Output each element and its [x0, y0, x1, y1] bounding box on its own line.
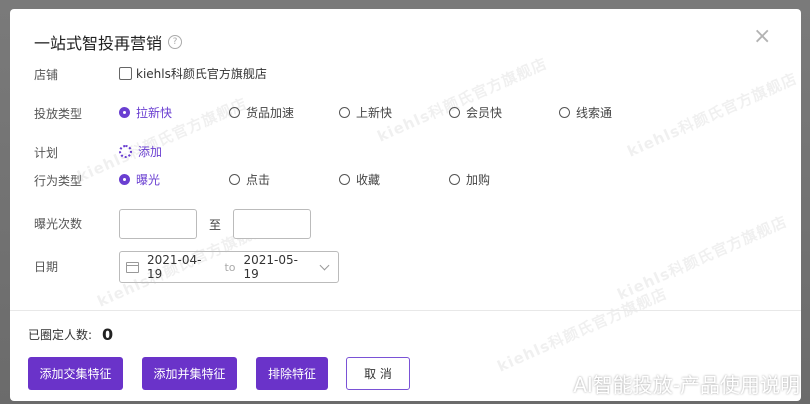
- exposure-min-input[interactable]: [119, 209, 197, 239]
- help-icon[interactable]: ?: [168, 35, 183, 49]
- placement-type-radio-group: 拉新快 货品加速 上新快 会员快 线索通: [119, 104, 669, 121]
- placement-radio-huopinjiasu[interactable]: 货品加速: [229, 104, 339, 121]
- video-caption: AI智能投放-产品使用说明: [573, 373, 800, 397]
- date-end[interactable]: 2021-05-19: [244, 253, 314, 281]
- footer-divider: [10, 310, 801, 311]
- date-start[interactable]: 2021-04-19: [147, 253, 217, 281]
- watermark: kiehls科颜氏官方旗舰店: [494, 284, 670, 376]
- date-label: 日期: [34, 260, 59, 274]
- dialog-title: 一站式智投再营销 ?: [34, 30, 183, 54]
- date-row: 2021-04-19 to 2021-05-19: [119, 251, 339, 283]
- placement-radio-shangxinkuai[interactable]: 上新快: [339, 104, 449, 121]
- behavior-radio-add-cart[interactable]: 加购: [449, 171, 559, 188]
- count-value: 0: [102, 325, 114, 344]
- gear-icon: [119, 145, 132, 158]
- radio-icon: [449, 174, 460, 185]
- radio-icon: [449, 107, 460, 118]
- date-range-picker[interactable]: 2021-04-19 to 2021-05-19: [119, 251, 339, 283]
- placement-radio-huiyuankuai[interactable]: 会员快: [449, 104, 559, 121]
- radio-icon: [339, 107, 350, 118]
- add-plan-button[interactable]: 添加: [119, 143, 162, 160]
- exposure-count-label: 曝光次数: [34, 217, 83, 231]
- exclude-feature-button[interactable]: 排除特征: [256, 357, 328, 390]
- behavior-radio-click[interactable]: 点击: [229, 171, 339, 188]
- remarketing-dialog: kiehls科颜氏官方旗舰店 kiehls科颜氏官方旗舰店 kiehls科颜氏官…: [10, 9, 801, 401]
- range-separator: 至: [209, 217, 222, 232]
- exposure-count-range: 至: [119, 209, 312, 239]
- store-label: 店铺: [34, 68, 59, 82]
- watermark: kiehls科颜氏官方旗舰店: [374, 54, 550, 146]
- behavior-radio-exposure[interactable]: 曝光: [119, 171, 229, 188]
- radio-icon: [229, 107, 240, 118]
- watermark: kiehls科颜氏官方旗舰店: [614, 212, 790, 304]
- add-intersection-feature-button[interactable]: 添加交集特征: [28, 357, 123, 390]
- radio-selected-icon: [119, 107, 130, 118]
- store-checkbox-row[interactable]: kiehls科颜氏官方旗舰店: [119, 65, 267, 82]
- calendar-icon: [126, 261, 139, 273]
- placement-type-label: 投放类型: [34, 107, 83, 121]
- behavior-radio-favorite[interactable]: 收藏: [339, 171, 449, 188]
- selected-audience-count: 已圈定人数: 0: [28, 325, 113, 344]
- date-separator: to: [224, 260, 236, 274]
- placement-radio-xiansuotong[interactable]: 线索通: [559, 104, 669, 121]
- placement-radio-laxinkuai[interactable]: 拉新快: [119, 104, 229, 121]
- radio-icon: [339, 174, 350, 185]
- add-union-feature-button[interactable]: 添加并集特征: [142, 357, 237, 390]
- chevron-down-icon: [319, 260, 330, 270]
- behavior-type-label: 行为类型: [34, 174, 83, 188]
- plan-label: 计划: [34, 146, 59, 160]
- store-checkbox[interactable]: [119, 67, 132, 80]
- cancel-button[interactable]: 取 消: [346, 357, 410, 390]
- add-plan-label: 添加: [138, 145, 163, 159]
- exposure-max-input[interactable]: [233, 209, 312, 239]
- radio-icon: [559, 107, 570, 118]
- plan-row: 添加: [119, 143, 162, 160]
- radio-selected-icon: [119, 174, 130, 185]
- close-icon[interactable]: ×: [753, 26, 771, 48]
- dialog-title-text: 一站式智投再营销: [34, 34, 163, 53]
- store-option-label: kiehls科颜氏官方旗舰店: [136, 67, 267, 81]
- radio-icon: [229, 174, 240, 185]
- behavior-type-radio-group: 曝光 点击 收藏 加购: [119, 171, 559, 188]
- count-label: 已圈定人数:: [28, 328, 93, 342]
